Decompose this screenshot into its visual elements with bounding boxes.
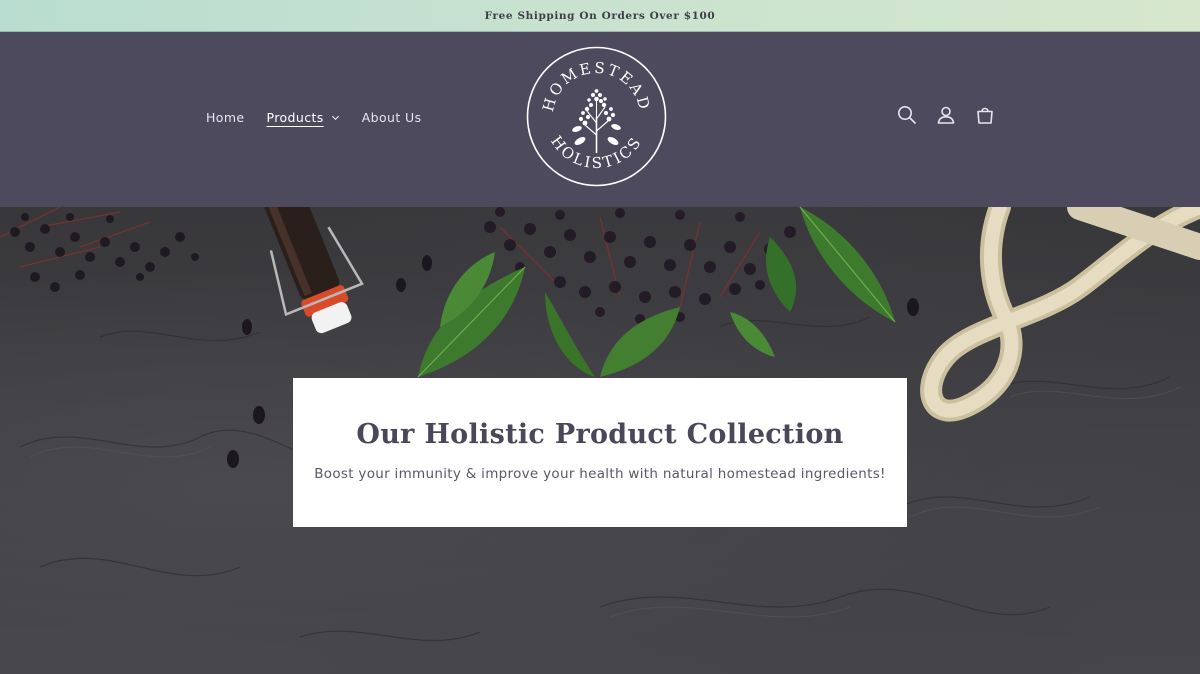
cart-icon[interactable] <box>974 104 996 126</box>
chevron-down-icon <box>331 115 339 121</box>
elderberry-branch-icon <box>572 89 621 153</box>
hero-subtitle: Boost your immunity & improve your healt… <box>314 466 886 482</box>
swing-top-bottle <box>256 207 364 334</box>
main-nav: Home Products About Us <box>206 110 422 125</box>
announcement-text: Free Shipping On Orders Over $100 <box>484 9 716 22</box>
announcement-bar: Free Shipping On Orders Over $100 <box>0 0 1200 32</box>
nav-item-about-us[interactable]: About Us <box>362 110 422 125</box>
site-header: Home Products About Us HOMESTEAD HOLISTI… <box>0 32 1200 207</box>
nav-item-products[interactable]: Products <box>267 110 340 125</box>
elderberry-cluster-left <box>0 207 199 292</box>
hero-banner: Our Holistic Product Collection Boost yo… <box>0 207 1200 674</box>
nav-item-products-label: Products <box>266 110 324 125</box>
nav-item-home-label: Home <box>206 110 245 125</box>
elderberry-cluster-center <box>484 207 796 324</box>
logo-badge: HOMESTEAD HOLISTICS <box>526 46 667 187</box>
hero-title: Our Holistic Product Collection <box>356 419 844 450</box>
nav-item-home[interactable]: Home <box>206 110 245 125</box>
hero-content-card: Our Holistic Product Collection Boost yo… <box>293 378 907 527</box>
page: Free Shipping On Orders Over $100 Home P… <box>0 0 1200 674</box>
mesh-bag-strap <box>920 207 1200 422</box>
search-icon[interactable] <box>896 104 918 126</box>
nav-item-about-us-label: About Us <box>361 110 422 125</box>
header-icons <box>896 104 996 126</box>
account-icon[interactable] <box>935 104 957 126</box>
site-logo[interactable]: HOMESTEAD HOLISTICS <box>525 45 668 188</box>
